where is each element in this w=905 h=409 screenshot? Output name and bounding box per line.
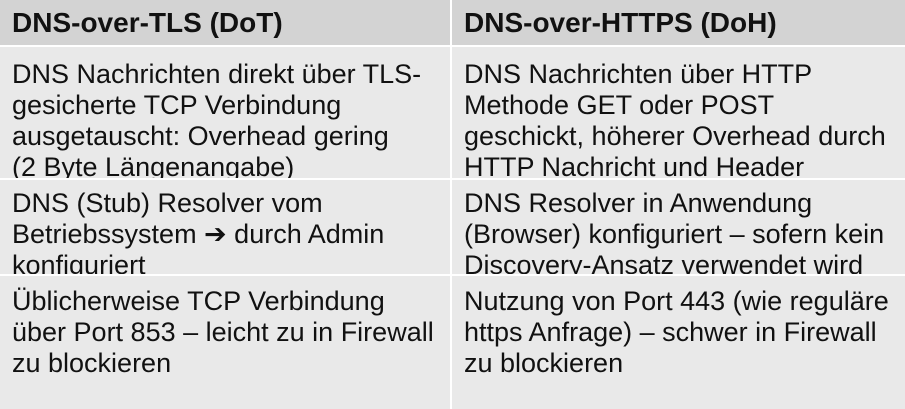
cell-doh-transport: DNS Nachrichten über HTTP Methode GET od…: [452, 45, 905, 182]
text-line: DNS Nachrichten über HTTP: [464, 59, 813, 89]
text-line: geschickt, höherer Overhead durch: [464, 121, 886, 151]
text-line: DNS Nachrichten direkt über TLS-: [12, 59, 422, 89]
text-line: über Port 853 – leicht zu in Firewall: [12, 317, 434, 347]
text-line: DNS (Stub) Resolver vom: [12, 188, 323, 218]
text-line: Nutzung von Port 443 (wie reguläre: [464, 286, 889, 316]
text-line: zu blockieren: [464, 348, 624, 378]
text-line: Betriebssystem ➔ durch Admin: [12, 219, 385, 249]
text-line: zu blockieren: [12, 348, 172, 378]
cell-dot-firewall: Üblicherweise TCP Verbindung über Port 8…: [0, 274, 452, 409]
text-line: DNS Resolver in Anwendung: [464, 188, 813, 218]
text-line: gesicherte TCP Verbindung: [12, 90, 342, 120]
text-line: https Anfrage) – schwer in Firewall: [464, 317, 877, 347]
comparison-table: DNS-over-TLS (DoT) DNS-over-HTTPS (DoH) …: [0, 0, 905, 409]
cell-dot-resolver: DNS (Stub) Resolver vom Betriebssystem ➔…: [0, 178, 452, 280]
cell-doh-resolver: DNS Resolver in Anwendung (Browser) konf…: [452, 178, 905, 280]
text-line: ausgetauscht: Overhead gering: [12, 121, 389, 151]
text-line: Üblicherweise TCP Verbindung: [12, 286, 385, 316]
header-dot: DNS-over-TLS (DoT): [0, 0, 452, 45]
cell-doh-firewall: Nutzung von Port 443 (wie reguläre https…: [452, 274, 905, 409]
header-doh: DNS-over-HTTPS (DoH): [452, 0, 905, 45]
text-line: (Browser) konfiguriert – sofern kein: [464, 219, 885, 249]
text-line: Methode GET oder POST: [464, 90, 775, 120]
cell-dot-transport: DNS Nachrichten direkt über TLS- gesiche…: [0, 45, 452, 182]
